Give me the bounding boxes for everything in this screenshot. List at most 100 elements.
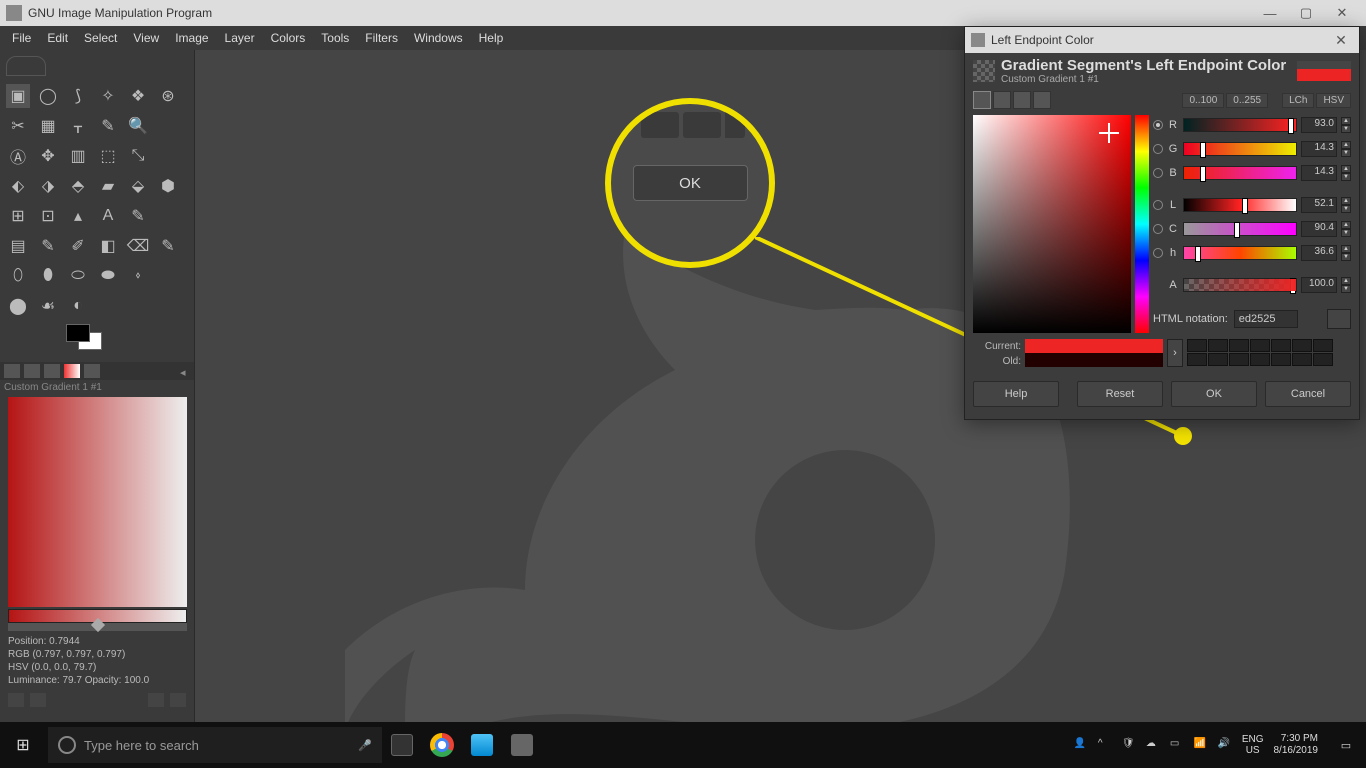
dock-tab-1[interactable] xyxy=(4,364,20,378)
help-button[interactable]: Help xyxy=(973,381,1059,407)
color-tab-wheel[interactable] xyxy=(1013,91,1031,109)
fg-color-swatch[interactable] xyxy=(66,324,90,342)
mode-hsv[interactable]: HSV xyxy=(1316,93,1351,108)
value-c[interactable]: 90.4 xyxy=(1301,221,1337,237)
cancel-button[interactable]: Cancel xyxy=(1265,381,1351,407)
add-to-history-button[interactable]: › xyxy=(1167,339,1183,367)
slider-b[interactable] xyxy=(1183,166,1297,180)
tool-mypaint[interactable]: ✐ xyxy=(66,234,90,258)
tool-handle[interactable]: ⬘ xyxy=(66,174,90,198)
tool-pclone[interactable]: ✎ xyxy=(156,234,180,258)
range-0-255[interactable]: 0..255 xyxy=(1226,93,1268,108)
mic-icon[interactable]: 🎤 xyxy=(358,739,372,752)
tool-ink[interactable]: ✎ xyxy=(36,234,60,258)
dock-tab-gradients[interactable] xyxy=(64,364,80,378)
tool-blur[interactable]: ⬯ xyxy=(6,264,30,288)
tool-t44[interactable]: ☙ xyxy=(36,294,60,318)
color-tab-gimp[interactable] xyxy=(973,91,991,109)
hue-bar[interactable] xyxy=(1135,115,1149,333)
history-swatch[interactable] xyxy=(1208,339,1228,352)
tool-heal[interactable]: ⌫ xyxy=(126,234,150,258)
taskbar-search[interactable]: Type here to search 🎤 xyxy=(48,727,382,763)
color-tab-palette[interactable] xyxy=(1033,91,1051,109)
tray-volume-icon[interactable]: 🔊 xyxy=(1218,738,1232,752)
tool-foreground[interactable]: ✂ xyxy=(6,114,30,138)
tool-rotate[interactable]: ⬚ xyxy=(96,144,120,168)
history-swatch[interactable] xyxy=(1313,353,1333,366)
menu-layer[interactable]: Layer xyxy=(217,28,263,48)
grad-btn-1[interactable] xyxy=(8,693,24,707)
spin-b[interactable]: ▲▼ xyxy=(1341,165,1351,181)
dialog-close-button[interactable]: ✕ xyxy=(1329,32,1353,49)
dock-tab-5[interactable] xyxy=(84,364,100,378)
history-swatch[interactable] xyxy=(1187,353,1207,366)
tool-airbrush[interactable]: ▤ xyxy=(6,234,30,258)
tool-crop[interactable]: ▥ xyxy=(66,144,90,168)
tool-pencil[interactable]: A xyxy=(96,204,120,228)
color-tab-cmyk[interactable] xyxy=(993,91,1011,109)
menu-colors[interactable]: Colors xyxy=(263,28,314,48)
taskbar-chrome[interactable] xyxy=(422,722,462,768)
tool-text[interactable]: ⊞ xyxy=(6,204,30,228)
grad-btn-4[interactable] xyxy=(170,693,186,707)
tool-zoom[interactable]: 🔍 xyxy=(126,114,150,138)
value-l[interactable]: 52.1 xyxy=(1301,197,1337,213)
tray-language[interactable]: ENG US xyxy=(1242,734,1264,756)
history-swatch[interactable] xyxy=(1208,353,1228,366)
value-h[interactable]: 36.6 xyxy=(1301,245,1337,261)
close-button[interactable]: ✕ xyxy=(1324,0,1360,26)
menu-image[interactable]: Image xyxy=(167,28,216,48)
range-0-100[interactable]: 0..100 xyxy=(1182,93,1224,108)
dock-menu-icon[interactable]: ◂ xyxy=(180,366,190,376)
tool-t43[interactable]: ⬤ xyxy=(6,294,30,318)
dialog-titlebar[interactable]: Left Endpoint Color ✕ xyxy=(965,27,1359,53)
menu-file[interactable]: File xyxy=(4,28,39,48)
menu-select[interactable]: Select xyxy=(76,28,125,48)
tool-unified[interactable]: ⬗ xyxy=(36,174,60,198)
tool-by-color[interactable]: ❖ xyxy=(126,84,150,108)
minimize-button[interactable]: — xyxy=(1252,0,1288,26)
spin-c[interactable]: ▲▼ xyxy=(1341,221,1351,237)
radio-c[interactable] xyxy=(1153,224,1163,234)
tool-t45[interactable]: ◐ xyxy=(66,294,90,318)
value-b[interactable]: 14.3 xyxy=(1301,165,1337,181)
menu-help[interactable]: Help xyxy=(471,28,512,48)
menu-filters[interactable]: Filters xyxy=(357,28,406,48)
history-swatch[interactable] xyxy=(1250,339,1270,352)
taskbar-gimp[interactable] xyxy=(502,722,542,768)
old-color-bar[interactable] xyxy=(1025,353,1163,367)
tool-eyedrop[interactable]: ✎ xyxy=(96,114,120,138)
tool-rect-select[interactable]: ▣ xyxy=(6,84,30,108)
taskbar-explorer[interactable] xyxy=(462,722,502,768)
gradient-preview[interactable] xyxy=(8,397,187,607)
history-swatch[interactable] xyxy=(1229,353,1249,366)
menu-windows[interactable]: Windows xyxy=(406,28,471,48)
tool-t42[interactable] xyxy=(156,264,180,288)
html-notation-input[interactable] xyxy=(1234,310,1298,328)
gradient-slider[interactable] xyxy=(8,609,187,623)
slider-c[interactable] xyxy=(1183,222,1297,236)
tool-free-select[interactable]: ⟆ xyxy=(66,84,90,108)
color-field[interactable] xyxy=(973,115,1131,333)
tray-clock[interactable]: 7:30 PM 8/16/2019 xyxy=(1274,733,1319,757)
radio-g[interactable] xyxy=(1153,144,1163,154)
history-swatch[interactable] xyxy=(1271,339,1291,352)
history-swatch[interactable] xyxy=(1292,353,1312,366)
spin-l[interactable]: ▲▼ xyxy=(1341,197,1351,213)
history-swatch[interactable] xyxy=(1292,339,1312,352)
tray-security-icon[interactable]: 🛡 xyxy=(1122,738,1136,752)
spin-h[interactable]: ▲▼ xyxy=(1341,245,1351,261)
tool-fuzzy-select[interactable]: ✧ xyxy=(96,84,120,108)
tool-t41[interactable]: ⬫ xyxy=(126,264,150,288)
tool-shear[interactable] xyxy=(156,144,180,168)
tool-eraser[interactable] xyxy=(156,204,180,228)
history-swatch[interactable] xyxy=(1271,353,1291,366)
tool-paintbrush[interactable]: ✎ xyxy=(126,204,150,228)
tool-warp[interactable]: ⬢ xyxy=(156,174,180,198)
tool-t40[interactable]: ⬬ xyxy=(96,264,120,288)
value-r[interactable]: 93.0 xyxy=(1301,117,1337,133)
task-view-button[interactable] xyxy=(382,722,422,768)
tool-paths[interactable]: ▦ xyxy=(36,114,60,138)
spin-a[interactable]: ▲▼ xyxy=(1341,277,1351,293)
value-g[interactable]: 14.3 xyxy=(1301,141,1337,157)
